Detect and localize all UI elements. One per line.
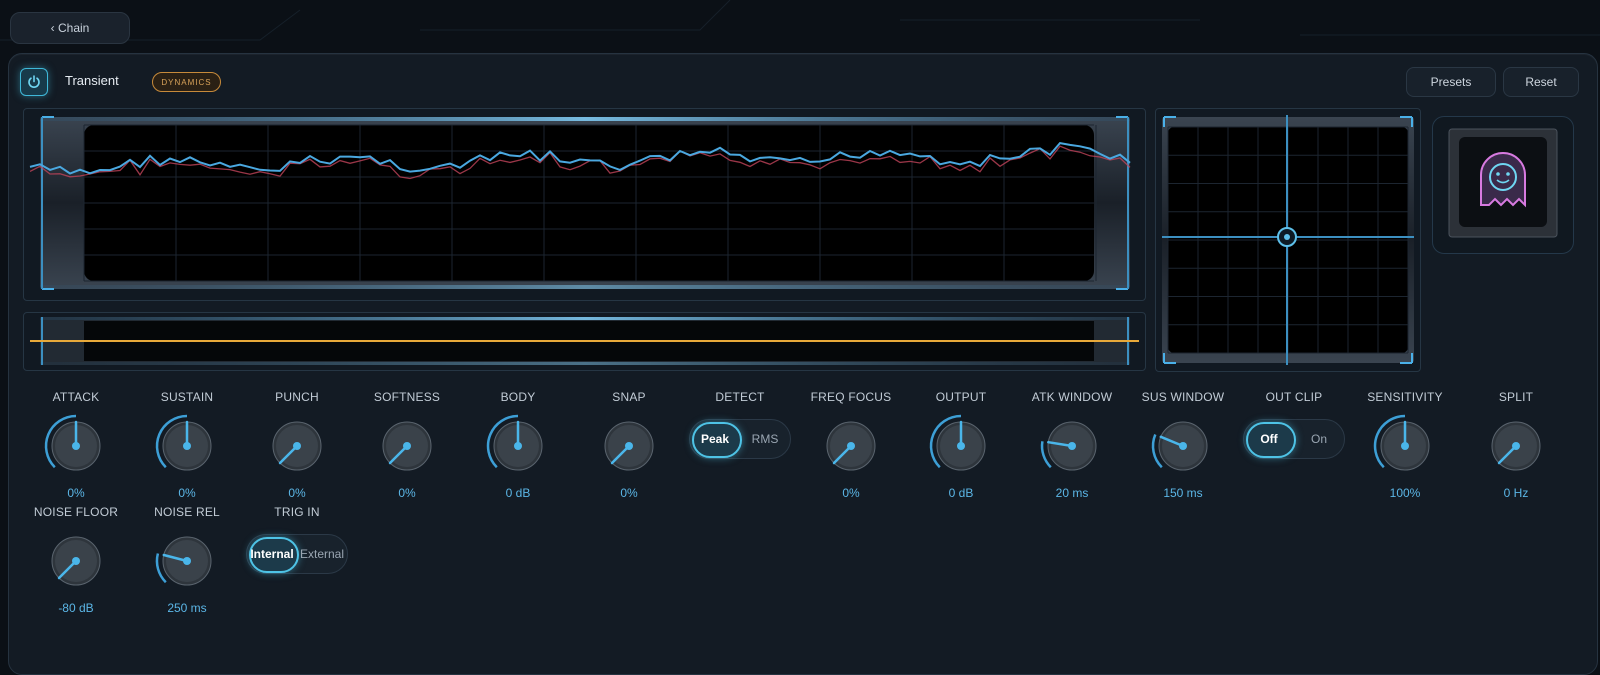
detect-toggle[interactable]: Peak RMS <box>689 419 791 459</box>
ghost-logo-icon <box>1448 128 1558 238</box>
body-label: BODY <box>500 390 536 404</box>
punch-knob[interactable] <box>262 411 332 481</box>
noise-rel-knob[interactable] <box>152 526 222 596</box>
power-button[interactable] <box>20 68 48 96</box>
freq-focus-knob[interactable] <box>816 411 886 481</box>
out-clip-option-on[interactable]: On <box>1294 432 1344 446</box>
attack-knob[interactable] <box>41 411 111 481</box>
out-clip-option-off[interactable]: Off <box>1244 432 1294 446</box>
reset-button[interactable]: Reset <box>1503 67 1579 97</box>
sensitivity-value: 100% <box>1389 486 1421 500</box>
atk-window-label: ATK WINDOW <box>1031 390 1113 404</box>
body-value: 0 dB <box>505 486 531 500</box>
out-clip-control: OUT CLIP Off On <box>1239 389 1349 459</box>
body-knob[interactable] <box>483 411 553 481</box>
freq-focus-value: 0% <box>842 486 860 500</box>
attack-label: ATTACK <box>52 390 100 404</box>
out-clip-toggle[interactable]: Off On <box>1243 419 1345 459</box>
punch-label: PUNCH <box>275 390 319 404</box>
softness-value: 0% <box>398 486 416 500</box>
split-value: 0 Hz <box>1503 486 1529 500</box>
sus-window-label: SUS WINDOW <box>1141 390 1225 404</box>
atk-window-knob[interactable] <box>1037 411 1107 481</box>
attack-value: 0% <box>67 486 85 500</box>
power-icon <box>28 75 40 88</box>
softness-knob[interactable] <box>372 411 442 481</box>
sus-window-control: SUS WINDOW 150 ms <box>1128 389 1238 501</box>
split-label: SPLIT <box>1498 390 1534 404</box>
noise-floor-label: NOISE FLOOR <box>33 505 119 519</box>
trig-in-label: TRIG IN <box>274 505 320 519</box>
detect-option-peak[interactable]: Peak <box>690 432 740 446</box>
snap-knob[interactable] <box>594 411 664 481</box>
threshold-display <box>23 312 1146 371</box>
freq-focus-control: FREQ FOCUS 0% <box>796 389 906 501</box>
softness-label: SOFTNESS <box>373 390 441 404</box>
snap-control: SNAP 0% <box>574 389 684 501</box>
punch-control: PUNCH 0% <box>242 389 352 501</box>
detect-control: DETECT Peak RMS <box>685 389 795 459</box>
noise-rel-control: NOISE REL 250 ms <box>132 504 242 616</box>
freq-focus-label: FREQ FOCUS <box>810 390 892 404</box>
noise-floor-knob[interactable] <box>41 526 111 596</box>
sustain-knob[interactable] <box>152 411 222 481</box>
output-knob[interactable] <box>926 411 996 481</box>
atk-window-control: ATK WINDOW 20 ms <box>1017 389 1127 501</box>
presets-button[interactable]: Presets <box>1406 67 1496 97</box>
noise-floor-control: NOISE FLOOR -80 dB <box>21 504 131 616</box>
category-badge: DYNAMICS <box>152 72 221 92</box>
noise-floor-value: -80 dB <box>58 601 94 615</box>
snap-label: SNAP <box>612 390 646 404</box>
plugin-thumbnail <box>1432 116 1574 254</box>
sensitivity-label: SENSITIVITY <box>1367 390 1443 404</box>
xy-pad[interactable] <box>1155 108 1421 372</box>
trig-in-control: TRIG IN Internal External <box>242 504 352 574</box>
body-control: BODY 0 dB <box>463 389 573 501</box>
output-value: 0 dB <box>948 486 974 500</box>
plugin-title: Transient <box>65 73 119 88</box>
softness-control: SOFTNESS 0% <box>352 389 462 501</box>
output-label: OUTPUT <box>935 390 987 404</box>
sustain-label: SUSTAIN <box>160 390 214 404</box>
snap-value: 0% <box>620 486 638 500</box>
punch-value: 0% <box>288 486 306 500</box>
waveform-display <box>23 108 1146 301</box>
sensitivity-control: SENSITIVITY 100% <box>1350 389 1460 501</box>
split-knob[interactable] <box>1481 411 1551 481</box>
detect-label: DETECT <box>715 390 765 404</box>
trig-in-option-internal[interactable]: Internal <box>247 547 297 561</box>
atk-window-value: 20 ms <box>1055 486 1089 500</box>
sustain-value: 0% <box>178 486 196 500</box>
sensitivity-knob[interactable] <box>1370 411 1440 481</box>
trig-in-option-external[interactable]: External <box>297 547 347 561</box>
back-to-chain-button[interactable]: ‹ Chain <box>10 12 130 44</box>
output-control: OUTPUT 0 dB <box>906 389 1016 501</box>
split-control: SPLIT 0 Hz <box>1461 389 1571 501</box>
xy-pad-handle[interactable] <box>1277 227 1297 247</box>
noise-rel-value: 250 ms <box>167 601 207 615</box>
detect-option-rms[interactable]: RMS <box>740 432 790 446</box>
sus-window-value: 150 ms <box>1163 486 1203 500</box>
waveform-graph <box>29 116 1131 290</box>
sus-window-knob[interactable] <box>1148 411 1218 481</box>
sustain-control: SUSTAIN 0% <box>132 389 242 501</box>
attack-control: ATTACK 0% <box>21 389 131 501</box>
trig-in-toggle[interactable]: Internal External <box>246 534 348 574</box>
out-clip-label: OUT CLIP <box>1265 390 1323 404</box>
noise-rel-label: NOISE REL <box>154 505 220 519</box>
